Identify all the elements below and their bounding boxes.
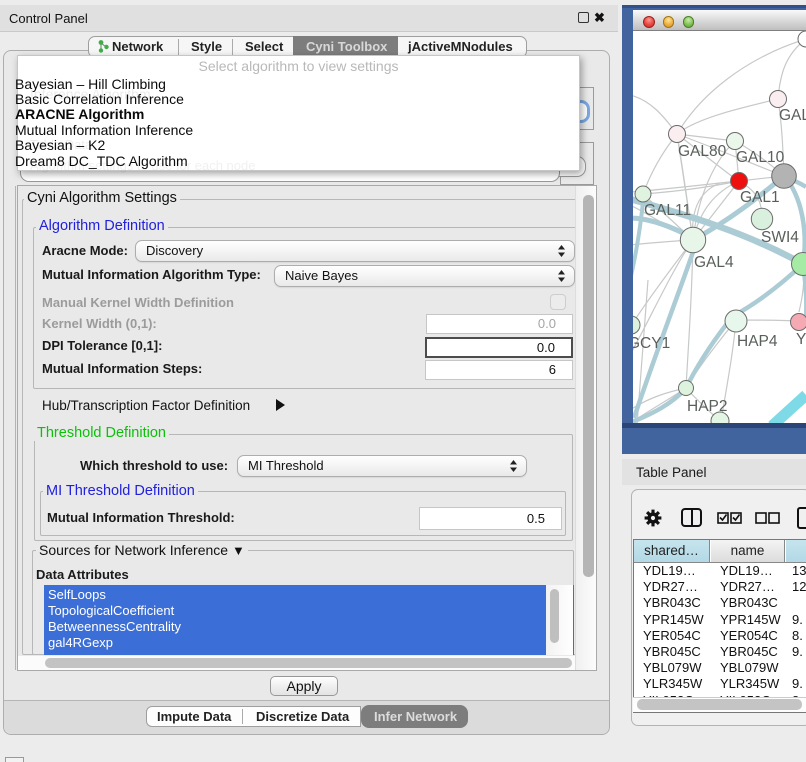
svg-text:GCY1: GCY1	[633, 335, 670, 352]
svg-text:SWI4: SWI4	[761, 229, 799, 246]
svg-text:GAL7: GAL7	[779, 107, 806, 124]
svg-text:Y: Y	[796, 331, 806, 348]
svg-text:HAP4: HAP4	[737, 333, 778, 350]
svg-text:GAL4: GAL4	[694, 254, 734, 271]
svg-text:GAL11: GAL11	[644, 202, 691, 219]
svg-text:GAL10: GAL10	[736, 149, 785, 166]
svg-text:GAL80: GAL80	[678, 143, 727, 160]
svg-text:HAP2: HAP2	[687, 398, 728, 415]
svg-text:GAL1: GAL1	[740, 189, 780, 206]
